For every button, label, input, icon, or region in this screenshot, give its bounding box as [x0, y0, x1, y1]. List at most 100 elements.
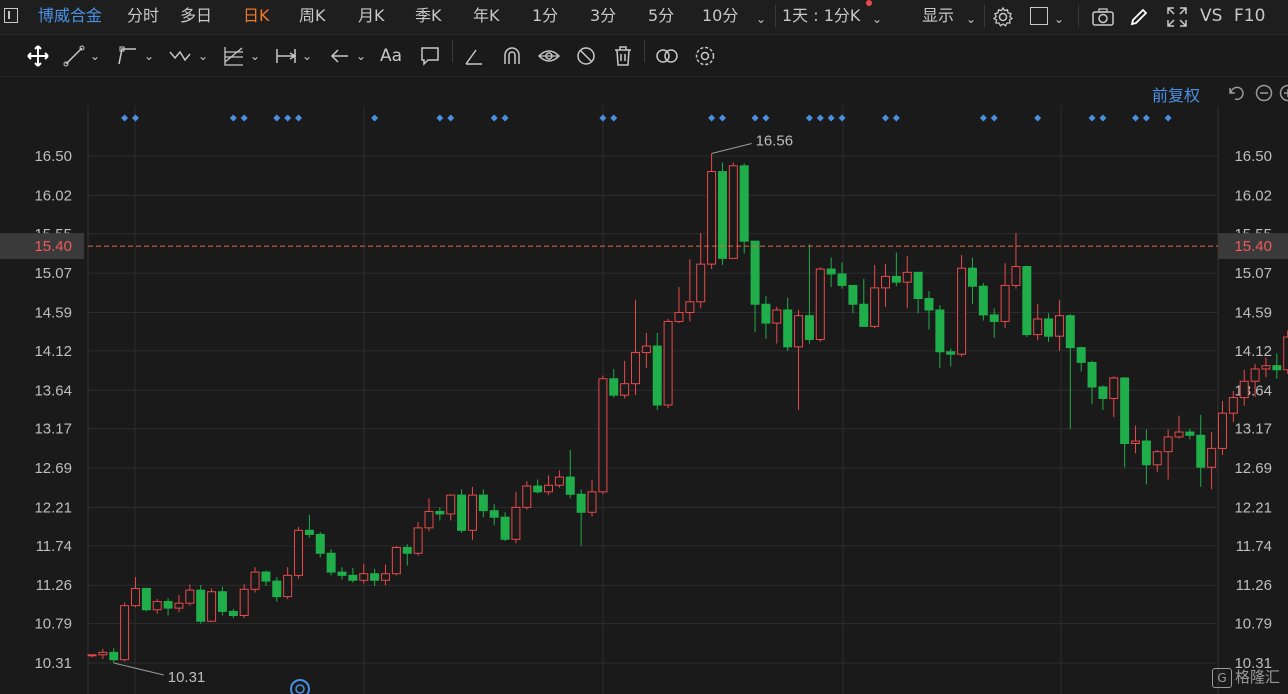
candle[interactable]	[924, 291, 934, 330]
candle[interactable]	[717, 162, 727, 265]
candle[interactable]	[772, 306, 782, 344]
camera-icon[interactable]	[1091, 7, 1115, 27]
tab-10min[interactable]: 10分	[702, 6, 738, 26]
tab-3min[interactable]: 3分	[590, 6, 616, 26]
candle[interactable]	[1174, 415, 1184, 439]
candlestick-chart[interactable]: 16.5016.0215.5515.0714.5914.1213.6413.17…	[0, 76, 1288, 694]
candle[interactable]	[185, 584, 195, 606]
candle[interactable]	[294, 527, 304, 579]
candle[interactable]	[1054, 300, 1064, 351]
tab-5min[interactable]: 5分	[648, 6, 674, 26]
candle[interactable]	[1109, 376, 1119, 418]
candle[interactable]	[881, 264, 891, 307]
candle[interactable]	[283, 567, 293, 600]
event-marker[interactable]	[490, 114, 498, 122]
candle[interactable]	[696, 232, 706, 309]
candle[interactable]	[652, 332, 662, 410]
candle[interactable]	[337, 567, 347, 580]
candle[interactable]	[794, 309, 804, 410]
ruler-icon[interactable]	[462, 44, 486, 68]
candle[interactable]	[739, 163, 749, 254]
tab-daily-k[interactable]: 日K	[243, 6, 270, 26]
candle[interactable]	[631, 300, 640, 396]
candle[interactable]	[1087, 360, 1097, 405]
event-marker[interactable]	[121, 114, 129, 122]
gear-icon[interactable]	[992, 6, 1014, 28]
candle[interactable]	[174, 595, 184, 613]
candle[interactable]	[859, 278, 869, 327]
tab-quarterly-k[interactable]: 季K	[415, 6, 442, 26]
candle[interactable]	[511, 491, 521, 544]
candle[interactable]	[609, 368, 619, 398]
event-marker[interactable]	[816, 114, 824, 122]
candle[interactable]	[478, 489, 488, 518]
candle[interactable]	[783, 297, 793, 351]
candle[interactable]	[967, 257, 977, 305]
event-marker[interactable]	[610, 114, 618, 122]
event-marker[interactable]	[1088, 114, 1096, 122]
polyline-icon[interactable]	[116, 44, 140, 68]
candle[interactable]	[663, 318, 673, 409]
event-marker[interactable]	[1142, 114, 1150, 122]
candle[interactable]	[804, 244, 814, 344]
candle[interactable]	[1076, 346, 1086, 372]
layout-chevron-icon[interactable]: ⌄	[1054, 9, 1064, 29]
candle[interactable]	[391, 545, 401, 576]
tab-yearly-k[interactable]: 年K	[473, 6, 500, 26]
candle[interactable]	[544, 475, 554, 496]
event-marker[interactable]	[1099, 114, 1107, 122]
candle[interactable]	[457, 489, 467, 533]
candle[interactable]	[913, 271, 923, 314]
search-circle-icon[interactable]	[289, 678, 311, 694]
tab-weekly-k[interactable]: 周K	[299, 6, 326, 26]
candle[interactable]	[1152, 450, 1162, 473]
candle[interactable]	[848, 284, 858, 314]
event-marker[interactable]	[1034, 114, 1042, 122]
candle[interactable]	[359, 563, 369, 584]
line-chevron-icon[interactable]: ⌄	[90, 44, 104, 68]
candle[interactable]	[326, 549, 336, 576]
candle[interactable]	[1120, 377, 1130, 468]
candle[interactable]	[685, 259, 695, 322]
compare-icon[interactable]	[655, 44, 679, 68]
candle[interactable]	[1185, 428, 1195, 440]
candle[interactable]	[228, 608, 238, 618]
candle[interactable]	[435, 507, 445, 521]
candle[interactable]	[109, 648, 119, 663]
measure-icon[interactable]	[274, 44, 298, 68]
display-chevron-icon[interactable]: ⌄	[966, 9, 976, 29]
candle[interactable]	[1065, 314, 1075, 429]
line-icon[interactable]	[62, 44, 86, 68]
event-marker[interactable]	[990, 114, 998, 122]
candle[interactable]	[598, 375, 608, 495]
candle[interactable]	[1022, 265, 1032, 338]
event-marker[interactable]	[979, 114, 987, 122]
candle[interactable]	[902, 255, 912, 309]
candle[interactable]	[1131, 425, 1141, 454]
candle[interactable]	[239, 584, 249, 618]
candle[interactable]	[978, 282, 988, 321]
candle[interactable]	[130, 576, 140, 608]
candle[interactable]	[315, 531, 325, 558]
wave-chevron-icon[interactable]: ⌄	[198, 44, 212, 68]
candle[interactable]	[1261, 357, 1271, 378]
fib-chevron-icon[interactable]: ⌄	[250, 44, 264, 68]
candle[interactable]	[152, 599, 162, 614]
candle[interactable]	[1283, 330, 1288, 374]
event-marker[interactable]	[273, 114, 281, 122]
event-marker[interactable]	[838, 114, 846, 122]
fib-icon[interactable]	[222, 44, 246, 68]
event-marker[interactable]	[436, 114, 444, 122]
candle[interactable]	[761, 296, 771, 339]
event-marker[interactable]	[295, 114, 303, 122]
candle[interactable]	[500, 512, 510, 541]
candle[interactable]	[1207, 432, 1217, 490]
candle[interactable]	[1239, 369, 1249, 406]
candle[interactable]	[272, 576, 282, 602]
event-marker[interactable]	[131, 114, 139, 122]
trash-icon[interactable]	[611, 44, 635, 68]
eye-icon[interactable]	[537, 44, 561, 68]
vs-button[interactable]: VS	[1200, 6, 1222, 26]
settings-icon[interactable]	[693, 44, 717, 68]
event-marker[interactable]	[501, 114, 509, 122]
